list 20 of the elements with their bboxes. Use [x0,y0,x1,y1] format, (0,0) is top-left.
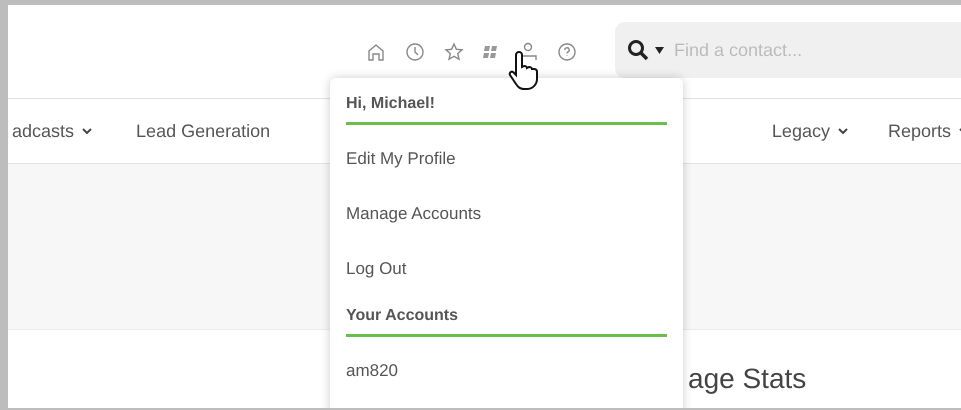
nav-menu-item[interactable]: Reports [888,118,961,144]
chevron-down-icon [838,128,848,134]
tiles-icon[interactable] [483,44,499,60]
nav-menu-item[interactable]: adcasts [12,118,92,144]
menu-item[interactable]: am820 [346,351,667,406]
help-icon[interactable] [557,42,577,62]
search-icon[interactable] [627,39,649,61]
menu-heading: Your Accounts [346,304,667,337]
star-icon[interactable] [444,42,464,62]
clock-icon[interactable] [405,42,425,62]
menu-item[interactable]: Manage Accounts [346,194,667,249]
menu-item[interactable]: Edit My Profile [346,139,667,194]
nav-menu-item[interactable]: Legacy [772,118,848,144]
home-icon[interactable] [366,42,386,62]
nav-menu-item[interactable]: Lead Generation [136,118,270,144]
chevron-down-icon [82,128,92,134]
menu-heading: Hi, Michael! [346,92,667,125]
caret-icon[interactable] [655,46,664,54]
page-heading: age Stats [688,362,806,396]
menu-item[interactable]: Log Out [346,249,667,304]
